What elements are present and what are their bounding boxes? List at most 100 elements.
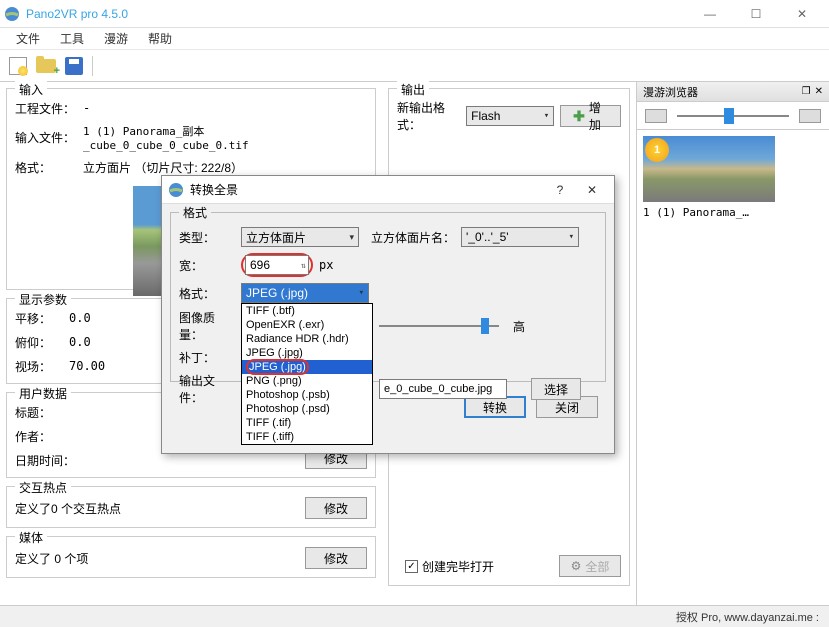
folder-icon (36, 59, 56, 73)
dlg-format-group-title: 格式 (179, 204, 211, 221)
format-dropdown: TIFF (.btf)OpenEXR (.exr)Radiance HDR (.… (241, 303, 373, 445)
patch-label: 补丁： (179, 349, 235, 366)
panel-close-icon[interactable]: ✕ (815, 86, 823, 97)
facename-combo[interactable]: '_0'..'_5' (461, 227, 579, 247)
panorama-badge: 1 (645, 138, 669, 162)
zoom-large-icon[interactable] (799, 109, 821, 123)
dialog-app-icon (168, 182, 184, 198)
width-label: 宽： (179, 257, 235, 274)
open-after-checkbox[interactable]: ✓ (405, 560, 418, 573)
gear-icon: ⚙ (571, 559, 582, 573)
fmt-label: 格式： (179, 285, 235, 302)
hotspot-modify-button[interactable]: 修改 (305, 497, 367, 519)
save-button[interactable] (62, 54, 86, 78)
width-spinner[interactable]: 696 (245, 255, 309, 275)
ud-author-label: 作者： (15, 428, 51, 445)
maximize-button[interactable]: ☐ (733, 0, 779, 28)
format-option[interactable]: Radiance HDR (.hdr) (242, 332, 372, 346)
media-group: 媒体 定义了 0 个项 修改 (6, 536, 376, 578)
input-file-value: 1 (1) Panorama_副本_cube_0_cube_0_cube_0.t… (83, 123, 367, 152)
close-button[interactable]: ✕ (779, 0, 825, 28)
format-option[interactable]: JPEG (.jpg) (242, 360, 372, 374)
minimize-button[interactable]: — (687, 0, 733, 28)
select-file-button[interactable]: 选择 (531, 378, 581, 400)
dialog-close-button[interactable]: ✕ (576, 178, 608, 202)
display-params-title: 显示参数 (15, 291, 71, 308)
output-file-label: 输出文件： (179, 372, 235, 406)
app-icon (4, 6, 20, 22)
input-group-title: 输入 (15, 81, 47, 98)
quality-slider[interactable] (379, 325, 499, 327)
quality-text: 高 (513, 318, 525, 335)
format-option[interactable]: TIFF (.btf) (242, 304, 372, 318)
format-option[interactable]: OpenEXR (.exr) (242, 318, 372, 332)
media-text: 定义了 0 个项 (15, 550, 88, 567)
width-unit: px (319, 258, 333, 272)
new-file-button[interactable] (6, 54, 30, 78)
menubar: 文件 工具 漫游 帮助 (0, 28, 829, 50)
plus-icon: ✚ (573, 108, 585, 125)
newfmt-label: 新输出格式： (397, 99, 460, 133)
ud-title-label: 标题： (15, 404, 51, 421)
dialog-help-button[interactable]: ? (544, 178, 576, 202)
titlebar: Pano2VR pro 4.5.0 — ☐ ✕ (0, 0, 829, 28)
hotspot-text: 定义了0 个交互热点 (15, 500, 121, 517)
userdata-title: 用户数据 (15, 385, 71, 402)
output-file-input[interactable]: e_0_cube_0_cube.jpg (379, 379, 507, 399)
hotspot-title: 交互热点 (15, 479, 71, 496)
format-option[interactable]: Photoshop (.psd) (242, 402, 372, 416)
new-file-icon (9, 57, 27, 75)
toolbar-divider (92, 56, 93, 76)
dialog-title: 转换全景 (190, 181, 544, 198)
format-option[interactable]: PNG (.png) (242, 374, 372, 388)
app-title: Pano2VR pro 4.5.0 (26, 7, 687, 21)
width-highlight: 696 (241, 253, 313, 277)
project-file-value: - (83, 101, 367, 115)
ud-datetime-label: 日期时间： (15, 452, 75, 469)
output-title: 输出 (397, 81, 429, 98)
menu-help[interactable]: 帮助 (138, 28, 182, 49)
fov-label: 视场： (15, 358, 69, 375)
panorama-label: 1 (1) Panorama_… (643, 206, 823, 219)
newfmt-combo[interactable]: Flash (466, 106, 554, 126)
format-option[interactable]: Photoshop (.psb) (242, 388, 372, 402)
menu-tour[interactable]: 漫游 (94, 28, 138, 49)
media-title: 媒体 (15, 529, 47, 546)
media-modify-button[interactable]: 修改 (305, 547, 367, 569)
quality-label: 图像质量： (179, 309, 235, 343)
fov-value: 70.00 (69, 359, 105, 373)
zoom-small-icon[interactable] (645, 109, 667, 123)
format-combo[interactable]: JPEG (.jpg) (241, 283, 369, 303)
format-option[interactable]: JPEG (.jpg) (242, 346, 372, 360)
disk-icon (65, 57, 83, 75)
pan-label: 平移： (15, 310, 69, 327)
undock-icon[interactable]: ❐ (802, 86, 811, 97)
hotspot-group: 交互热点 定义了0 个交互热点 修改 (6, 486, 376, 528)
format-label: 格式： (15, 159, 83, 176)
type-label: 类型： (179, 229, 235, 246)
open-folder-button[interactable] (34, 54, 58, 78)
convert-dialog: 转换全景 ? ✕ 格式 类型： 立方体面片 立方体面片名： '_0'..'_5'… (161, 175, 615, 454)
menu-file[interactable]: 文件 (6, 28, 50, 49)
format-option[interactable]: TIFF (.tiff) (242, 430, 372, 444)
project-file-label: 工程文件： (15, 100, 83, 117)
menu-tools[interactable]: 工具 (50, 28, 94, 49)
tilt-label: 俯仰： (15, 334, 69, 351)
toolbar (0, 50, 829, 82)
zoom-slider[interactable] (677, 115, 789, 117)
format-value: 立方面片 （切片尺寸: 222/8） (83, 159, 367, 176)
panorama-item[interactable]: 1 1 (1) Panorama_… (637, 130, 829, 225)
tour-browser-panel: 漫游浏览器 ❐✕ 1 1 (1) Panorama_… (636, 82, 829, 605)
type-combo[interactable]: 立方体面片 (241, 227, 359, 247)
open-after-label: 创建完毕打开 (422, 558, 494, 575)
tilt-value: 0.0 (69, 335, 91, 349)
add-output-button[interactable]: ✚增加 (560, 105, 621, 127)
format-option[interactable]: TIFF (.tif) (242, 416, 372, 430)
status-text: 授权 Pro, www.dayanzai.me : (676, 609, 819, 625)
facename-label: 立方体面片名： (371, 229, 455, 246)
statusbar: 授权 Pro, www.dayanzai.me : (0, 605, 829, 627)
pan-value: 0.0 (69, 311, 91, 325)
all-button[interactable]: ⚙全部 (559, 555, 621, 577)
input-file-label: 输入文件： (15, 129, 83, 146)
panorama-thumbnail: 1 (643, 136, 775, 202)
